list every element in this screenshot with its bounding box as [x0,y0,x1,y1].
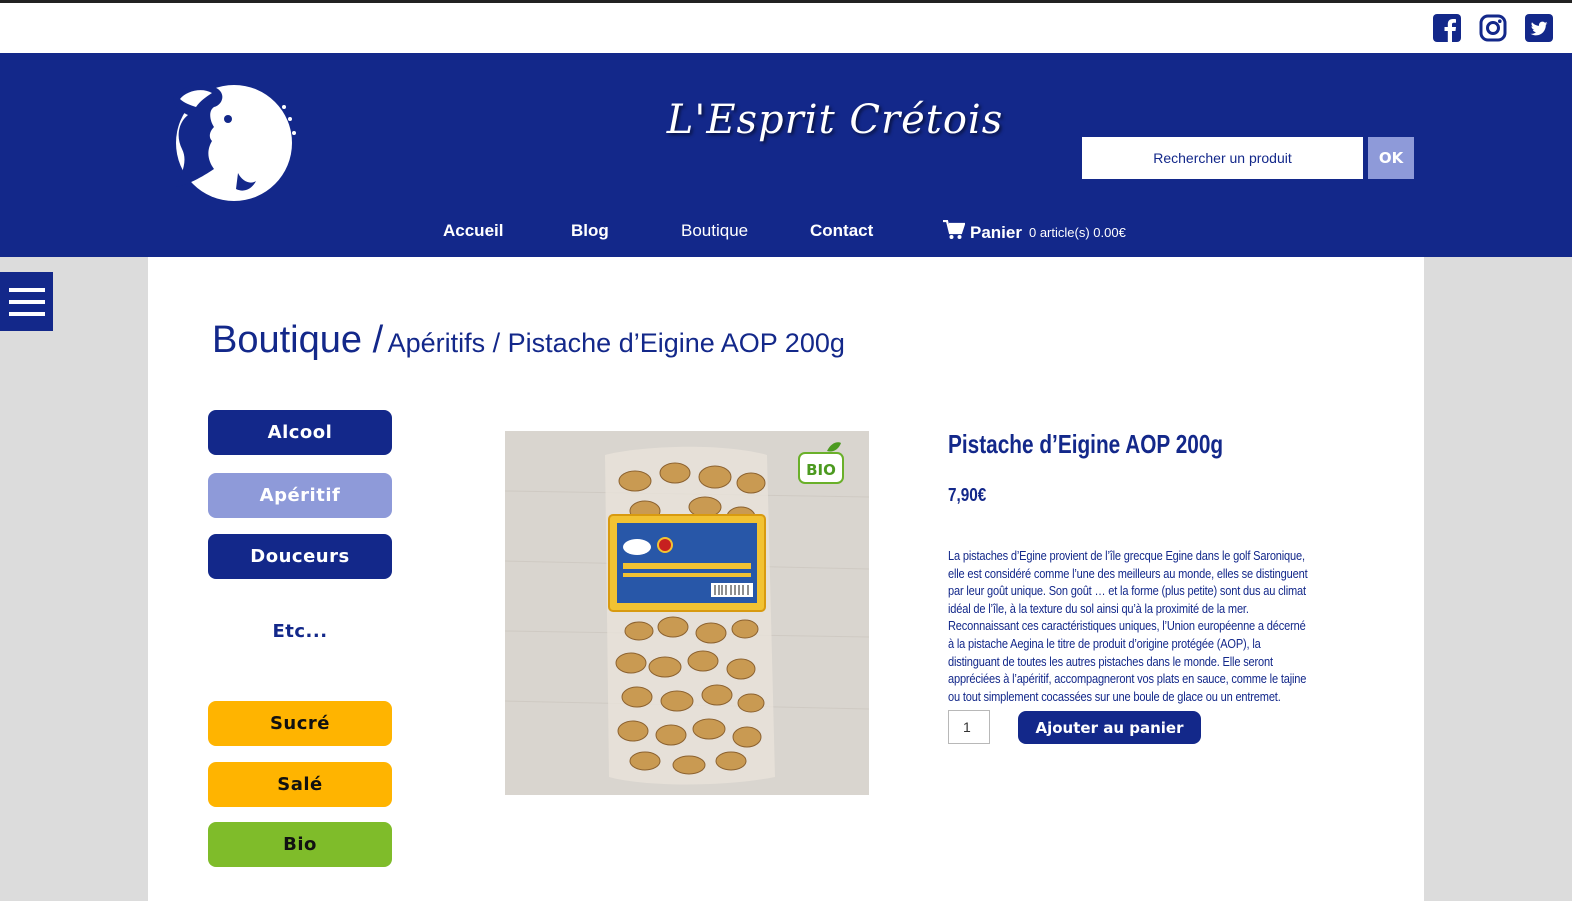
category-aperitif[interactable]: Apéritif [208,473,392,518]
breadcrumb-path[interactable]: Apéritifs / Pistache d’Eigine AOP 200g [388,328,845,358]
category-bio[interactable]: Bio [208,822,392,867]
cart-icon [943,219,966,245]
nav-blog[interactable]: Blog [571,221,609,241]
product-price: 7,90€ [948,485,987,505]
hamburger-icon [8,287,45,292]
search-button[interactable]: OK [1368,137,1414,179]
main-content: Boutique / Apéritifs / Pistache d’Eigine… [148,257,1424,901]
hamburger-line [8,299,45,304]
category-etc[interactable]: Etc... [208,609,392,654]
search-input[interactable] [1082,137,1363,179]
nav-boutique[interactable]: Boutique [681,221,748,241]
social-bar [0,3,1572,53]
category-sale[interactable]: Salé [208,762,392,807]
breadcrumb: Boutique / Apéritifs / Pistache d’Eigine… [212,319,845,362]
breadcrumb-root[interactable]: Boutique / [212,319,383,361]
category-alcool[interactable]: Alcool [208,410,392,455]
quantity-input[interactable] [948,710,990,744]
bull-woman-logo[interactable] [152,77,302,205]
bio-badge-label: BIO [806,461,836,479]
site-title: L'Esprit Crétois [666,97,1004,143]
site-header: L'Esprit Crétois OK Accueil Blog Boutiqu… [0,53,1572,257]
product-image[interactable]: BIO [504,431,870,795]
cart-link[interactable]: Panier 0 article(s) 0.00€ [943,219,1126,245]
cart-summary: 0 article(s) 0.00€ [1028,225,1126,240]
menu-toggle-button[interactable] [0,272,53,331]
twitter-icon[interactable] [1525,14,1553,42]
facebook-icon[interactable] [1433,14,1461,42]
product-title: Pistache d’Eigine AOP 200g [948,429,1224,459]
hamburger-line [8,311,45,316]
category-douceurs[interactable]: Douceurs [208,534,392,579]
cart-label: Panier [970,222,1022,242]
nav-accueil[interactable]: Accueil [443,221,503,241]
instagram-icon[interactable] [1479,14,1507,42]
product-description: La pistaches d’Egine provient de l’île g… [948,548,1308,704]
category-sucre[interactable]: Sucré [208,701,392,746]
add-to-cart-button[interactable]: Ajouter au panier [1018,711,1201,744]
nav-contact[interactable]: Contact [810,221,873,241]
